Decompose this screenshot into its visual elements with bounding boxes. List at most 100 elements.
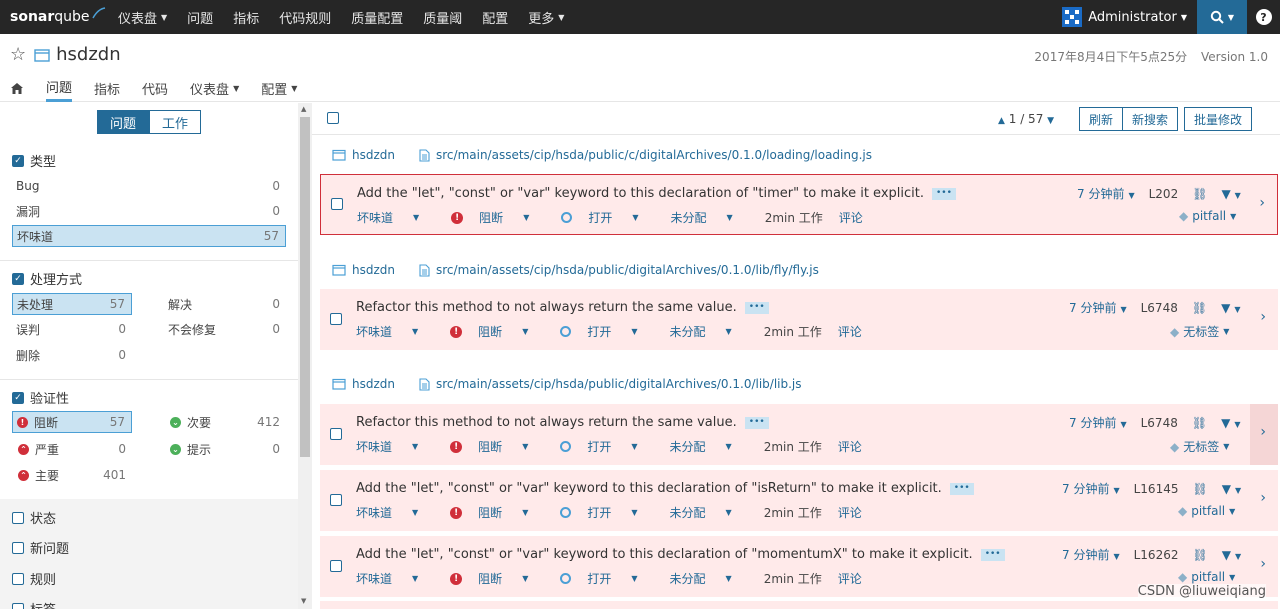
next-icon[interactable]: ▼ (1047, 116, 1054, 126)
issue-status[interactable]: 打开 ▼ (560, 438, 653, 455)
link-icon[interactable]: ⛓ (1192, 548, 1207, 562)
more-icon[interactable]: ••• (931, 187, 956, 200)
nav-quality-profiles[interactable]: 质量配置 (341, 0, 413, 34)
issue-card[interactable]: Refactor this method to not always retur… (320, 289, 1278, 350)
facet-item-bug[interactable]: Bug 0 (12, 175, 286, 197)
facet-item-minor[interactable]: ⌄ 次要 412 (164, 411, 286, 433)
facet-item-unresolved[interactable]: 未处理 57 (12, 293, 132, 315)
mode-effort-button[interactable]: 工作 (149, 110, 202, 134)
more-icon[interactable]: ••• (980, 548, 1005, 561)
issue-tag[interactable]: pitfall (1191, 504, 1225, 518)
tab-code[interactable]: 代码 (142, 74, 168, 102)
facet-new-issues-header[interactable]: 新问题 (12, 538, 69, 557)
facet-item-false-positive[interactable]: 误判 0 (12, 318, 132, 340)
comment-link[interactable]: 评论 (839, 209, 863, 226)
issue-status[interactable]: 打开 ▼ (560, 323, 653, 340)
filter-icon[interactable]: ▼ ▼ (1221, 416, 1240, 430)
user-menu[interactable]: Administrator ▼ (1062, 7, 1197, 27)
nav-quality-gates[interactable]: 质量阈 (413, 0, 472, 34)
issue-type[interactable]: 坏味道 ▼ (357, 209, 435, 226)
issue-message[interactable]: Add the "let", "const" or "var" keyword … (356, 547, 973, 562)
favorite-star-icon[interactable]: ☆ (10, 44, 26, 65)
facet-severity-header[interactable]: ✓ 验证性 (12, 388, 69, 407)
nav-dashboards[interactable]: 仪表盘 ▼ (108, 0, 177, 34)
scroll-down-icon[interactable]: ▼ (301, 597, 306, 605)
link-icon[interactable]: ⛓ (1192, 416, 1207, 430)
issue-status[interactable]: 打开 ▼ (560, 570, 653, 587)
comment-link[interactable]: 评论 (838, 504, 862, 521)
project-link[interactable]: hsdzdn (352, 148, 395, 162)
select-all-checkbox[interactable] (327, 112, 339, 124)
issue-message[interactable]: Add the "let", "const" or "var" keyword … (357, 186, 924, 201)
help-button[interactable]: ? (1247, 0, 1280, 34)
project-name[interactable]: hsdzdn (56, 44, 121, 65)
issue-severity[interactable]: ! 阻断 ▼ (450, 438, 544, 455)
nav-rules[interactable]: 代码规则 (269, 0, 341, 34)
refresh-button[interactable]: 刷新 (1079, 107, 1124, 131)
nav-administration[interactable]: 配置 (472, 0, 518, 34)
search-button[interactable]: ▼ (1197, 0, 1247, 34)
new-search-button[interactable]: 新搜索 (1122, 107, 1179, 131)
bulk-change-button[interactable]: 批量修改 (1184, 107, 1253, 131)
project-link[interactable]: hsdzdn (352, 263, 395, 277)
link-icon[interactable]: ⛓ (1192, 301, 1207, 315)
facet-resolution-header[interactable]: ✓ 处理方式 (12, 269, 82, 288)
previous-icon[interactable]: ▲ (998, 116, 1005, 126)
chevron-right-icon[interactable]: › (1260, 424, 1266, 440)
comment-link[interactable]: 评论 (838, 570, 862, 587)
chevron-right-icon[interactable]: › (1260, 556, 1266, 572)
facet-item-critical[interactable]: ⌃ 严重 0 (12, 438, 132, 460)
facet-item-blocker[interactable]: ! 阻断 57 (12, 411, 132, 433)
scrollbar-thumb[interactable] (300, 117, 310, 457)
issue-type[interactable]: 坏味道 ▼ (356, 438, 434, 455)
filter-icon[interactable]: ▼ ▼ (1222, 482, 1241, 496)
link-icon[interactable]: ⛓ (1192, 482, 1207, 496)
sidebar-scrollbar[interactable]: ▲ ▼ (298, 103, 312, 609)
chevron-right-icon[interactable]: › (1260, 309, 1266, 325)
filter-icon[interactable]: ▼ ▼ (1222, 548, 1241, 562)
link-icon[interactable]: ⛓ (1192, 187, 1207, 201)
issue-card[interactable]: Add the "let", "const" or "var" keyword … (320, 536, 1278, 597)
facet-status-header[interactable]: 状态 (12, 508, 56, 527)
issue-card[interactable]: Add the "let", "const" or "var" keyword … (320, 470, 1278, 531)
issue-assignee[interactable]: 未分配 ▼ (670, 570, 748, 587)
mode-issues-button[interactable]: 问题 (97, 110, 150, 134)
comment-link[interactable]: 评论 (838, 323, 862, 340)
filter-icon[interactable]: ▼ ▼ (1221, 301, 1240, 315)
more-icon[interactable]: ••• (744, 416, 769, 429)
issue-severity[interactable]: ! 阻断 ▼ (450, 323, 544, 340)
tab-issues[interactable]: 问题 (46, 74, 73, 102)
file-path-link[interactable]: src/main/assets/cip/hsda/public/c/digita… (436, 148, 872, 162)
facet-item-major[interactable]: ⌃ 主要 401 (12, 464, 132, 486)
issue-status[interactable]: 打开 ▼ (560, 504, 653, 521)
issue-assignee[interactable]: 未分配 ▼ (670, 504, 748, 521)
file-path-link[interactable]: src/main/assets/cip/hsda/public/digitalA… (436, 263, 819, 277)
issue-tag[interactable]: pitfall (1191, 570, 1225, 584)
issue-card[interactable]: Refactor this method to not always retur… (320, 404, 1278, 465)
chevron-right-icon[interactable]: › (1260, 490, 1266, 506)
nav-measures[interactable]: 指标 (223, 0, 269, 34)
issue-tag[interactable]: pitfall (1192, 209, 1226, 223)
tab-measures[interactable]: 指标 (94, 74, 120, 102)
home-icon[interactable] (10, 82, 24, 95)
issue-checkbox[interactable] (331, 198, 343, 210)
issue-severity[interactable]: ! 阻断 ▼ (451, 209, 545, 226)
issue-type[interactable]: 坏味道 ▼ (356, 570, 434, 587)
facet-item-vulnerability[interactable]: 漏洞 0 (12, 200, 286, 222)
issue-checkbox[interactable] (330, 313, 342, 325)
tab-administration[interactable]: 配置 ▼ (261, 74, 297, 102)
facet-rules-header[interactable]: 规则 (12, 569, 56, 588)
issue-message[interactable]: Refactor this method to not always retur… (356, 300, 737, 315)
issue-date[interactable]: 7 分钟前 ▼ (1062, 546, 1120, 563)
facet-item-removed[interactable]: 删除 0 (12, 344, 132, 366)
facet-tags-header[interactable]: 标签 (12, 599, 56, 609)
issue-status[interactable]: 打开 ▼ (561, 209, 654, 226)
facet-item-wont-fix[interactable]: 不会修复 0 (164, 318, 286, 340)
filter-icon[interactable]: ▼ ▼ (1221, 187, 1240, 201)
facet-type-header[interactable]: ✓ 类型 (12, 151, 56, 170)
issue-checkbox[interactable] (330, 428, 342, 440)
file-path-link[interactable]: src/main/assets/cip/hsda/public/digitalA… (436, 377, 802, 391)
issue-card[interactable]: Add the "let", "const" or "var" keyword … (320, 174, 1278, 235)
issue-severity[interactable]: ! 阻断 ▼ (450, 570, 544, 587)
issue-date[interactable]: 7 分钟前 ▼ (1062, 480, 1120, 497)
